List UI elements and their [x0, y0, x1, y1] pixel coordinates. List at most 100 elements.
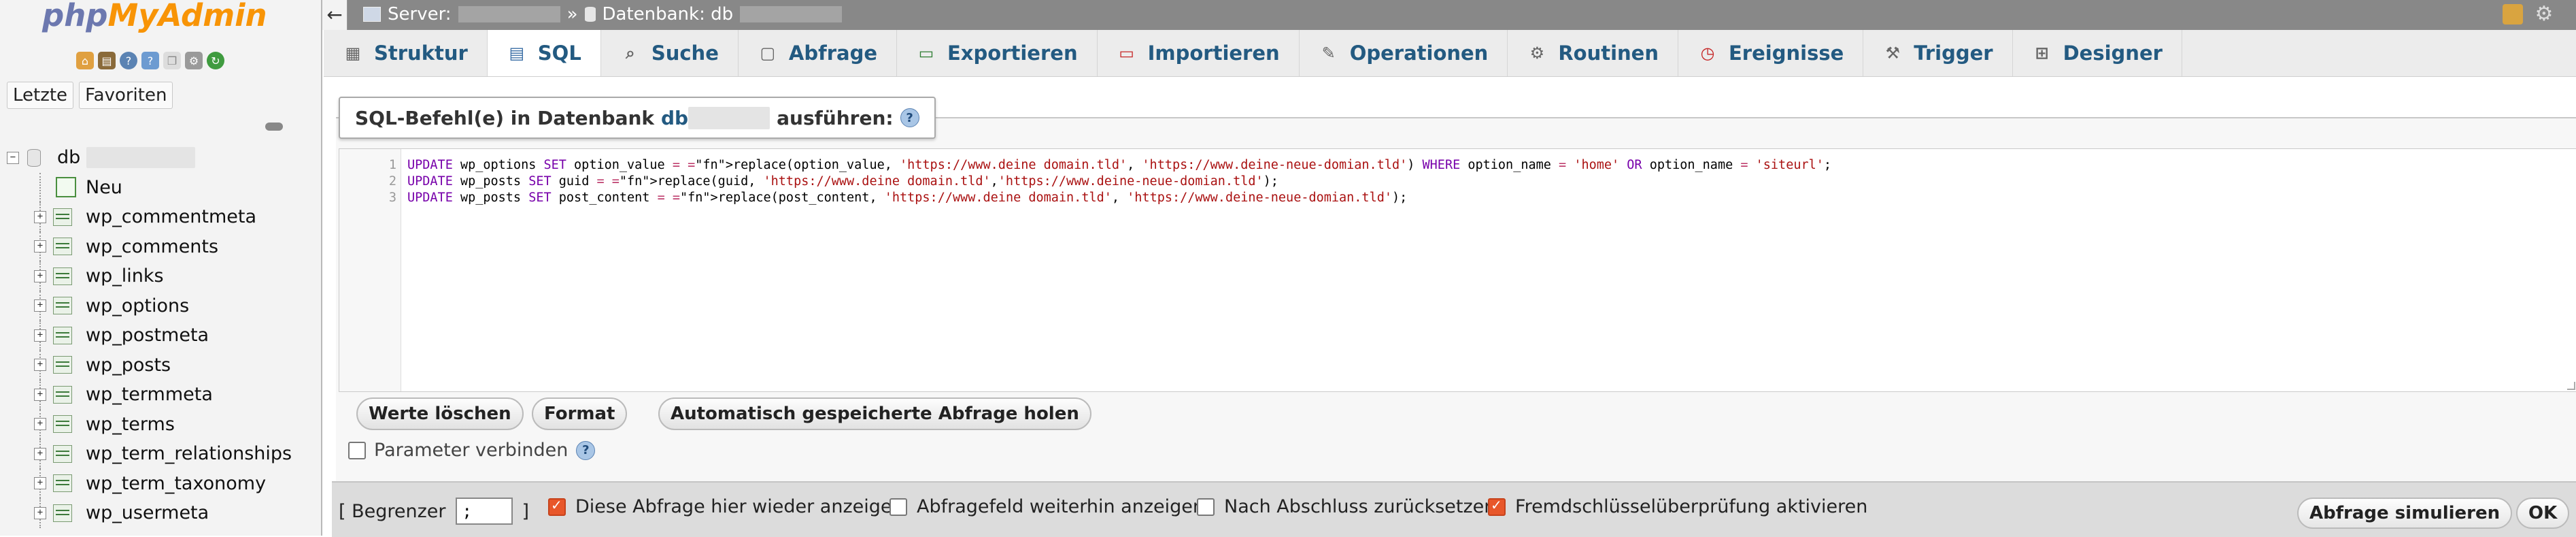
tree-table-row[interactable]: + wp_usermeta: [0, 498, 320, 528]
tab-importieren[interactable]: ▭ Importieren: [1098, 30, 1300, 76]
table-name[interactable]: wp_postmeta: [86, 325, 209, 346]
table-name[interactable]: wp_commentmeta: [86, 206, 256, 227]
show-query-again-label[interactable]: Diese Abfrage hier wieder anzeigen: [575, 496, 904, 517]
sql-code-text[interactable]: UPDATE wp_posts SET guid = ="fn">replace…: [407, 174, 1278, 190]
copy-icon[interactable]: ❐: [163, 52, 181, 69]
table-name[interactable]: wp_term_taxonomy: [86, 473, 266, 494]
collapse-db-icon[interactable]: −: [7, 151, 19, 164]
tree-db-label[interactable]: db: [57, 147, 195, 169]
table-icon[interactable]: [53, 444, 72, 463]
table-icon[interactable]: [53, 208, 72, 226]
expand-icon[interactable]: +: [34, 270, 46, 282]
table-icon[interactable]: [53, 267, 72, 285]
expand-icon[interactable]: +: [34, 210, 46, 223]
rollback-option[interactable]: Nach Abschluss zurücksetzen: [1197, 496, 1495, 517]
retain-query-box-option[interactable]: Abfragefeld weiterhin anzeigen: [889, 496, 1204, 517]
table-icon[interactable]: [53, 385, 72, 404]
tree-table-row[interactable]: + wp_term_relationships: [0, 439, 320, 469]
tree-table-row[interactable]: + wp_postmeta: [0, 321, 320, 351]
table-name[interactable]: wp_term_relationships: [86, 443, 292, 464]
home-icon[interactable]: ⌂: [76, 52, 94, 69]
format-button[interactable]: Format: [532, 397, 628, 430]
expand-icon[interactable]: +: [34, 388, 46, 401]
help-icon[interactable]: ?: [900, 108, 919, 127]
table-icon[interactable]: [53, 415, 72, 434]
tree-table-row[interactable]: + wp_termmeta: [0, 380, 320, 410]
tree-db-row[interactable]: − db: [0, 143, 320, 173]
table-icon[interactable]: [53, 238, 72, 256]
sql-code-text[interactable]: UPDATE wp_options SET option_value = ="f…: [407, 157, 1831, 174]
table-icon[interactable]: [53, 474, 72, 493]
settings-gear-icon[interactable]: ⚙: [2534, 4, 2554, 25]
foreign-key-checks-option[interactable]: Fremdschlüsselüberprüfung aktivieren: [1488, 496, 1867, 517]
logout-icon[interactable]: ▤: [98, 52, 116, 69]
tree-new-label[interactable]: Neu: [86, 177, 122, 198]
foreign-key-checks-label[interactable]: Fremdschlüsselüberprüfung aktivieren: [1515, 496, 1867, 517]
ok-submit-button[interactable]: OK: [2516, 498, 2570, 529]
sql-title-db[interactable]: db: [661, 106, 770, 129]
breadcrumb-server[interactable]: Server:: [388, 4, 452, 25]
bind-parameters-checkbox[interactable]: [348, 441, 366, 459]
favorites-tab[interactable]: Favoriten: [79, 82, 173, 109]
get-autosaved-query-button[interactable]: Automatisch gespeicherte Abfrage holen: [658, 397, 1091, 430]
tab-ereignisse[interactable]: ◷ Ereignisse: [1678, 30, 1864, 76]
tree-new-row[interactable]: Neu: [0, 172, 320, 202]
phpmyadmin-logo[interactable]: phpMyAdmin: [42, 0, 267, 33]
table-name[interactable]: wp_posts: [86, 355, 171, 376]
tree-table-row[interactable]: + wp_comments: [0, 231, 320, 261]
expand-icon[interactable]: +: [34, 447, 46, 460]
help-icon[interactable]: ?: [576, 440, 596, 460]
tree-table-row[interactable]: + wp_links: [0, 261, 320, 291]
link-with-main-icon[interactable]: [265, 123, 283, 131]
tree-table-row[interactable]: + wp_term_taxonomy: [0, 468, 320, 498]
rollback-label[interactable]: Nach Abschluss zurücksetzen: [1224, 496, 1495, 517]
table-icon[interactable]: [53, 504, 72, 522]
tab-abfrage[interactable]: ▢ Abfrage: [739, 30, 897, 76]
sql-query-editor[interactable]: 1 UPDATE wp_options SET option_value = ="…: [339, 148, 2576, 392]
delimiter-input[interactable]: [455, 498, 513, 525]
expand-icon[interactable]: +: [34, 359, 46, 372]
tab-operationen[interactable]: ✎ Operationen: [1300, 30, 1508, 76]
table-icon[interactable]: [53, 297, 72, 315]
table-name[interactable]: wp_options: [86, 295, 189, 316]
tab-trigger[interactable]: ⚒ Trigger: [1863, 30, 2013, 76]
table-name[interactable]: wp_termmeta: [86, 384, 213, 405]
docs-icon[interactable]: ?: [141, 52, 159, 69]
bind-parameters-label[interactable]: Parameter verbinden: [374, 440, 568, 461]
table-name[interactable]: wp_terms: [86, 414, 175, 435]
expand-icon[interactable]: +: [34, 506, 46, 519]
retain-query-box-checkbox[interactable]: [889, 498, 907, 516]
table-icon[interactable]: [53, 356, 72, 374]
table-name[interactable]: wp_usermeta: [86, 502, 209, 523]
table-name[interactable]: wp_links: [86, 265, 164, 287]
help-icon[interactable]: ?: [120, 52, 137, 69]
retain-query-box-label[interactable]: Abfragefeld weiterhin anzeigen: [917, 496, 1204, 517]
tab-struktur[interactable]: ▦ Struktur: [324, 30, 488, 76]
simulate-query-button[interactable]: Abfrage simulieren: [2297, 498, 2513, 529]
tab-designer[interactable]: ⊞ Designer: [2013, 30, 2182, 76]
recent-tab[interactable]: Letzte: [7, 82, 74, 109]
tab-routinen[interactable]: ⚙ Routinen: [1508, 30, 1678, 76]
collapse-sidebar-button[interactable]: ←: [322, 0, 348, 30]
tree-table-row[interactable]: + wp_options: [0, 291, 320, 321]
show-query-again-option[interactable]: Diese Abfrage hier wieder anzeigen: [548, 496, 904, 517]
resize-handle[interactable]: [2567, 382, 2575, 390]
tree-table-row[interactable]: + wp_commentmeta: [0, 202, 320, 232]
foreign-key-checks-checkbox[interactable]: [1488, 497, 1506, 516]
expand-icon[interactable]: +: [34, 329, 46, 342]
tree-table-row[interactable]: + wp_posts: [0, 350, 320, 380]
clear-values-button[interactable]: Werte löschen: [356, 397, 524, 430]
sql-code-text[interactable]: UPDATE wp_posts SET post_content = ="fn"…: [407, 190, 1407, 206]
tab-suche[interactable]: ⌕ Suche: [601, 30, 739, 76]
expand-icon[interactable]: +: [34, 240, 46, 253]
expand-icon[interactable]: +: [34, 477, 46, 490]
lock-icon[interactable]: [2503, 4, 2523, 25]
rollback-checkbox[interactable]: [1197, 498, 1215, 516]
breadcrumb-database[interactable]: Datenbank: db: [603, 4, 734, 25]
reload-icon[interactable]: ↻: [207, 52, 224, 69]
show-query-again-checkbox[interactable]: [548, 497, 566, 516]
tree-table-row[interactable]: + wp_terms: [0, 409, 320, 439]
tab-sql[interactable]: ▤ SQL: [487, 30, 601, 76]
gear-icon[interactable]: ⚙: [185, 52, 203, 69]
tab-exportieren[interactable]: ▭ Exportieren: [897, 30, 1098, 76]
